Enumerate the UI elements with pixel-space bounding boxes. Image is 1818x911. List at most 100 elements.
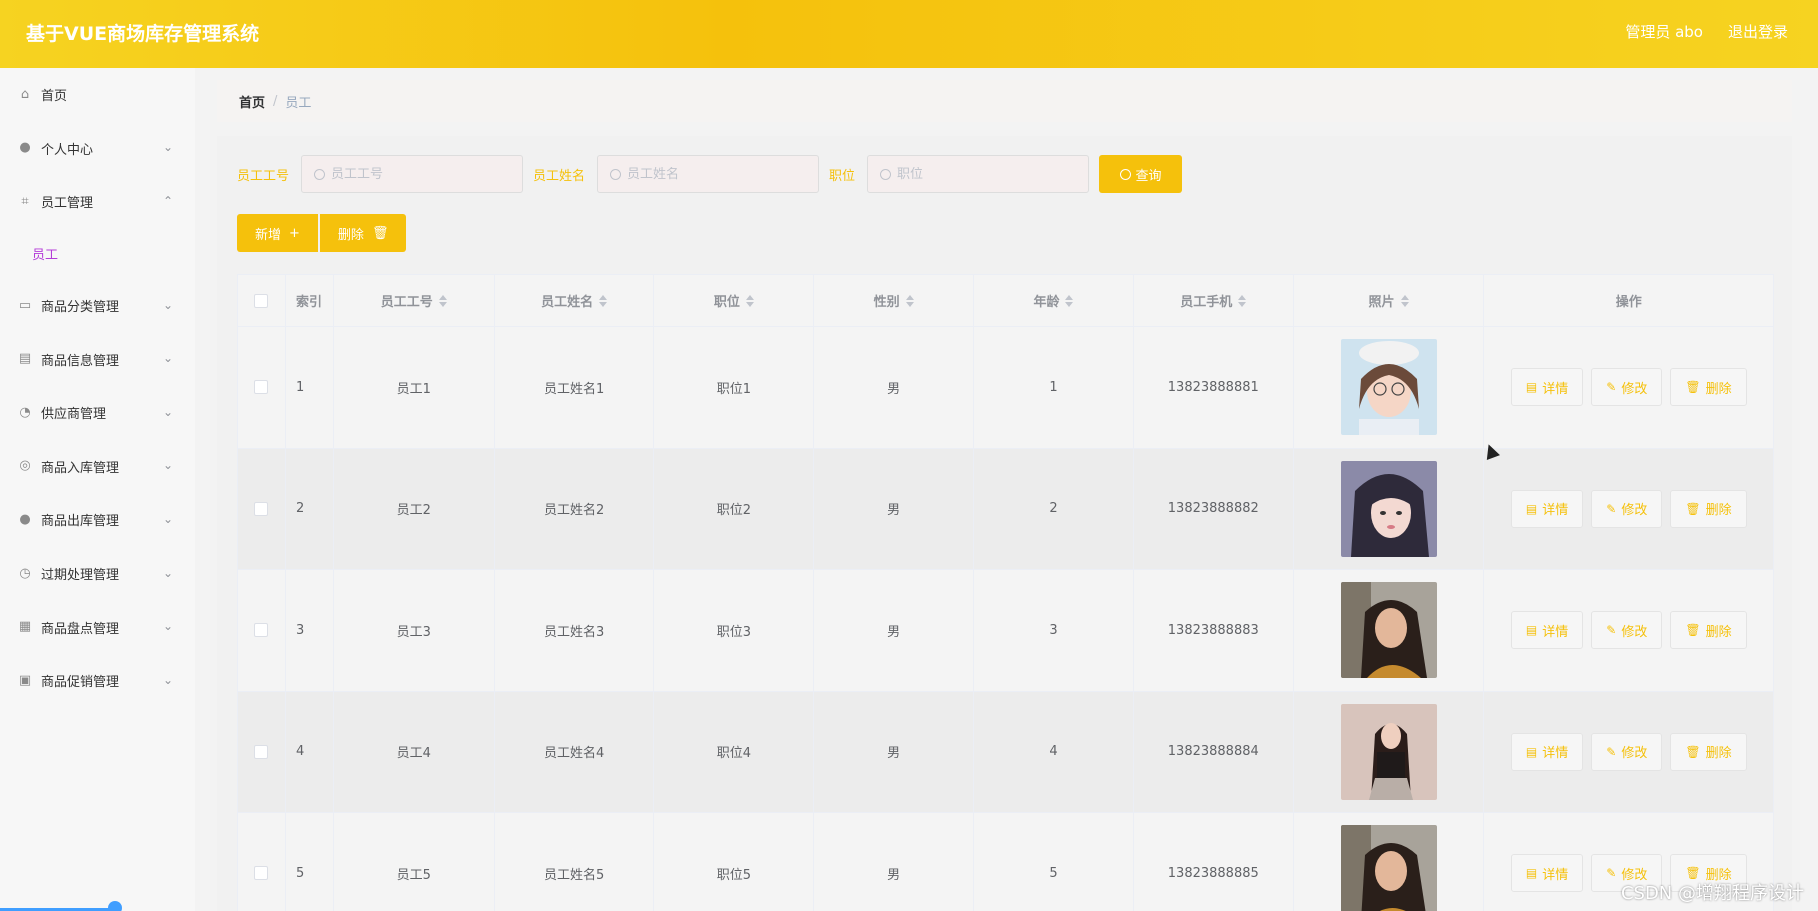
header-gender[interactable]: 性别 bbox=[814, 275, 975, 326]
position-field[interactable] bbox=[867, 155, 1090, 193]
header-photo[interactable]: 照片 bbox=[1294, 275, 1485, 326]
staff-photo[interactable] bbox=[1340, 703, 1437, 800]
row-checkbox[interactable] bbox=[254, 744, 269, 759]
staff-no-field[interactable] bbox=[301, 155, 524, 193]
action-buttons: 新增 + 删除 🗑 bbox=[237, 214, 407, 252]
query-button-label: 查询 bbox=[1135, 168, 1162, 184]
sidebar-item-stock-in[interactable]: ◎ 商品入库管理 ⌄ bbox=[0, 440, 195, 494]
detail-label: 详情 bbox=[1542, 503, 1569, 519]
row-checkbox[interactable] bbox=[254, 380, 269, 395]
row-select bbox=[238, 691, 286, 812]
sidebar-item-promotion[interactable]: ▣ 商品促销管理 ⌄ bbox=[0, 654, 195, 708]
edit-button[interactable]: ✎ 修改 bbox=[1591, 611, 1663, 650]
cell-phone: 13823888883 bbox=[1134, 570, 1294, 691]
row-checkbox[interactable] bbox=[254, 501, 269, 516]
sidebar-item-inventory-check[interactable]: ▦ 商品盘点管理 ⌄ bbox=[0, 600, 195, 654]
select-all-checkbox[interactable] bbox=[254, 293, 269, 308]
position-label: 职位 bbox=[829, 168, 856, 184]
cell-staff-no: 员工3 bbox=[334, 570, 495, 691]
detail-button[interactable]: ▤ 详情 bbox=[1510, 489, 1584, 528]
detail-label: 详情 bbox=[1542, 867, 1569, 883]
sidebar-item-category-management[interactable]: ▭ 商品分类管理 ⌄ bbox=[0, 279, 195, 333]
chevron-down-icon: ⌄ bbox=[162, 619, 173, 634]
detail-button[interactable]: ▤ 详情 bbox=[1510, 854, 1584, 893]
edit-icon: ✎ bbox=[1606, 623, 1617, 638]
staff-photo[interactable] bbox=[1340, 460, 1437, 557]
cell-phone: 13823888884 bbox=[1134, 691, 1294, 812]
header-label: 职位 bbox=[713, 295, 740, 310]
detail-button[interactable]: ▤ 详情 bbox=[1510, 368, 1584, 407]
edit-button[interactable]: ✎ 修改 bbox=[1591, 368, 1663, 407]
delete-button[interactable]: 🗑 删除 bbox=[1670, 611, 1747, 650]
cell-staff-no: 员工1 bbox=[334, 327, 495, 448]
grid-icon: ▦ bbox=[18, 619, 32, 635]
header-label: 员工工号 bbox=[380, 295, 433, 310]
query-button[interactable]: 查询 bbox=[1099, 155, 1183, 193]
breadcrumb-home[interactable]: 首页 bbox=[239, 92, 265, 111]
sidebar-item-label: 个人中心 bbox=[41, 142, 94, 158]
row-select bbox=[238, 448, 286, 569]
cell-operations: ▤ 详情 ✎ 修改 🗑 删除 bbox=[1484, 327, 1773, 448]
sidebar-item-personal-center[interactable]: ● 个人中心 ⌄ bbox=[0, 122, 195, 176]
delete-button-label: 删除 bbox=[337, 227, 364, 243]
watermark: CSDN @增翔程序设计 bbox=[1620, 883, 1804, 904]
delete-label: 删除 bbox=[1705, 624, 1732, 640]
header-phone[interactable]: 员工手机 bbox=[1134, 275, 1294, 326]
header-position[interactable]: 职位 bbox=[654, 275, 815, 326]
staff-photo[interactable] bbox=[1340, 825, 1437, 911]
sidebar-subitem-staff[interactable]: 员工 bbox=[0, 229, 195, 279]
edit-icon: ✎ bbox=[1606, 866, 1617, 881]
detail-button[interactable]: ▤ 详情 bbox=[1510, 732, 1584, 771]
cell-staff-name: 员工姓名5 bbox=[495, 813, 655, 911]
batch-delete-button[interactable]: 删除 🗑 bbox=[319, 214, 407, 252]
cell-phone: 13823888882 bbox=[1134, 448, 1294, 569]
sort-icon[interactable] bbox=[905, 294, 914, 307]
delete-button[interactable]: 🗑 删除 bbox=[1670, 489, 1747, 528]
search-icon bbox=[880, 168, 892, 180]
time-icon: ◷ bbox=[19, 565, 31, 581]
delete-button[interactable]: 🗑 删除 bbox=[1670, 368, 1747, 407]
sort-icon[interactable] bbox=[1065, 294, 1074, 307]
sidebar-item-expiry[interactable]: ◷ 过期处理管理 ⌄ bbox=[0, 547, 195, 601]
cell-operations: ▤ 详情 ✎ 修改 🗑 删除 bbox=[1484, 570, 1773, 691]
sidebar-item-supplier[interactable]: ◔ 供应商管理 ⌄ bbox=[0, 386, 195, 440]
delete-button[interactable]: 🗑 删除 bbox=[1670, 732, 1747, 771]
chevron-down-icon: ⌄ bbox=[162, 351, 173, 366]
table-row: 1 员工1 员工姓名1 职位1 男 1 13823888881 ▤ 详情 ✎ 修… bbox=[238, 327, 1773, 449]
detail-button[interactable]: ▤ 详情 bbox=[1510, 611, 1584, 650]
staff-name-input[interactable] bbox=[627, 166, 808, 182]
detail-label: 详情 bbox=[1542, 381, 1569, 397]
header-label: 性别 bbox=[873, 295, 900, 310]
sidebar-item-staff-management[interactable]: ⌗ 员工管理 ⌃ bbox=[0, 175, 195, 229]
cell-age: 2 bbox=[974, 448, 1134, 569]
trash-icon: 🗑 bbox=[1685, 380, 1701, 395]
header-staff-name[interactable]: 员工姓名 bbox=[495, 275, 655, 326]
cell-position: 职位5 bbox=[654, 813, 815, 911]
header-age[interactable]: 年龄 bbox=[974, 275, 1134, 326]
sort-icon[interactable] bbox=[438, 294, 447, 307]
sort-icon[interactable] bbox=[745, 294, 754, 307]
home-icon: ⌂ bbox=[20, 86, 30, 102]
sidebar-item-stock-out[interactable]: ● 商品出库管理 ⌄ bbox=[0, 493, 195, 547]
add-button[interactable]: 新增 + bbox=[237, 214, 318, 252]
trash-icon: 🗑 bbox=[1685, 623, 1701, 638]
cell-operations: ▤ 详情 ✎ 修改 🗑 删除 bbox=[1484, 449, 1773, 570]
position-input[interactable] bbox=[897, 166, 1078, 182]
header-staff-no[interactable]: 员工工号 bbox=[334, 275, 495, 326]
sidebar-item-home[interactable]: ⌂ 首页 bbox=[0, 68, 195, 122]
staff-no-input[interactable] bbox=[331, 166, 512, 182]
logout-link[interactable]: 退出登录 bbox=[1728, 21, 1788, 42]
staff-name-field[interactable] bbox=[597, 155, 820, 193]
suitcase-icon: ▤ bbox=[18, 351, 32, 367]
edit-button[interactable]: ✎ 修改 bbox=[1591, 489, 1663, 528]
content-panel: 员工工号 员工姓名 职位 查询 新增 + bbox=[217, 136, 1792, 911]
staff-photo[interactable] bbox=[1340, 339, 1437, 436]
staff-photo[interactable] bbox=[1340, 582, 1437, 679]
sort-icon[interactable] bbox=[1238, 294, 1247, 307]
row-checkbox[interactable] bbox=[254, 866, 269, 881]
edit-button[interactable]: ✎ 修改 bbox=[1591, 732, 1663, 771]
sort-icon[interactable] bbox=[599, 294, 608, 307]
sidebar-item-product-info[interactable]: ▤ 商品信息管理 ⌄ bbox=[0, 332, 195, 386]
row-checkbox[interactable] bbox=[254, 623, 269, 638]
sort-icon[interactable] bbox=[1400, 294, 1409, 307]
